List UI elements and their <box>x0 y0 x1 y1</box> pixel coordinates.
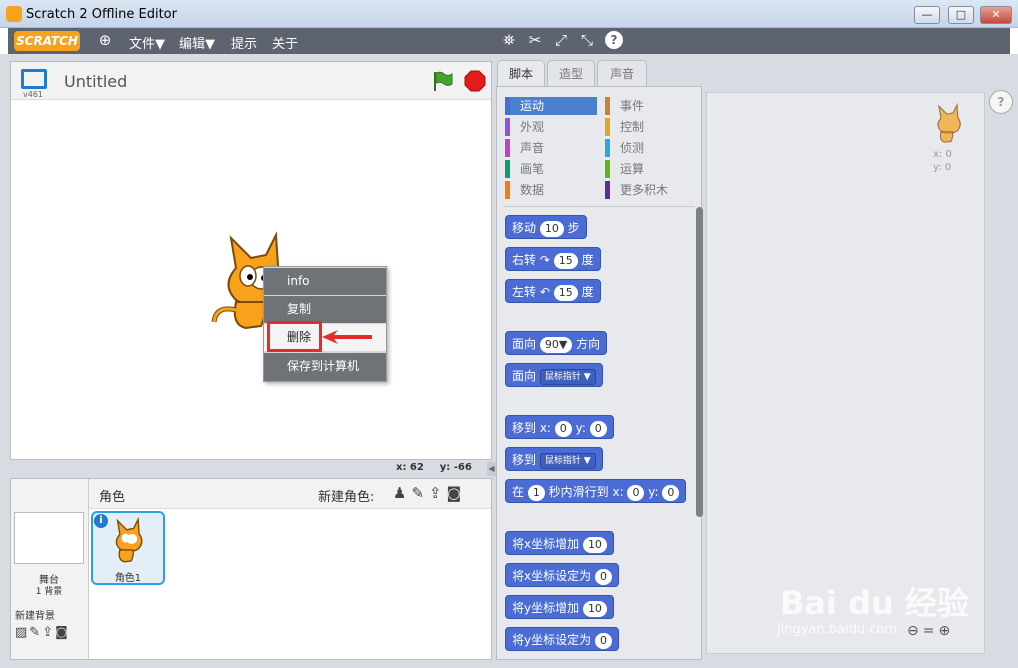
block-change-x[interactable]: 将x坐标增加 10 <box>505 531 614 555</box>
menu-edit[interactable]: 编辑▼ <box>179 33 215 52</box>
backdrop-count: 1 背景 <box>35 587 63 597</box>
version-label: v461 <box>23 90 44 99</box>
block-move-steps[interactable]: 移动 10 步 <box>505 215 587 239</box>
new-backdrop-label: 新建背景 <box>15 611 55 622</box>
collapse-stage-handle[interactable]: ◀ <box>487 462 496 476</box>
new-backdrop-tools: ▨✎⇪◙ <box>15 625 70 640</box>
block-palette: 运动 外观 声音 画笔 数据 事件 控制 侦测 运算 更多积木 移动 10 步 … <box>496 86 703 660</box>
red-arrow-annotation <box>322 330 372 344</box>
fullscreen-icon[interactable] <box>21 69 47 89</box>
stop-sign-icon[interactable] <box>464 70 486 92</box>
help-icon[interactable]: ? <box>605 31 623 49</box>
cat-thumbnail-icon <box>115 517 143 563</box>
menu-tips[interactable]: 提示 <box>231 33 257 52</box>
block-goto[interactable]: 移到 鼠标指针 ▼ <box>505 447 603 471</box>
upload-sprite-icon[interactable]: ⇪ <box>429 484 447 502</box>
minimize-button[interactable]: — <box>914 6 940 24</box>
new-sprite-tools: ♟✎⇪◙ <box>393 484 466 502</box>
shrink-icon[interactable]: ⤡ <box>578 31 596 49</box>
category-events[interactable]: 事件 <box>605 97 697 115</box>
menu-about[interactable]: 关于 <box>272 33 298 52</box>
category-operators[interactable]: 运算 <box>605 160 697 178</box>
sprite-x-readout: x: 0 <box>933 149 952 160</box>
project-title[interactable]: Untitled <box>64 72 127 91</box>
category-control[interactable]: 控制 <box>605 118 697 136</box>
sprites-panel: 舞台 1 背景 新建背景 ▨✎⇪◙ 角色 新建角色: ♟✎⇪◙ i 角色1 <box>10 478 492 660</box>
stage-header: v461 Untitled <box>11 62 491 100</box>
new-sprite-label: 新建角色: <box>318 490 375 505</box>
green-flag-icon[interactable] <box>431 70 453 92</box>
menu-file[interactable]: 文件▼ <box>129 33 165 52</box>
scripts-area[interactable]: x: 0 y: 0 ⊖=⊕ <box>706 92 985 654</box>
turn-left-icon: ↶ <box>539 285 550 299</box>
cut-scissors-icon[interactable]: ✂ <box>526 31 544 49</box>
watermark-logo: Bai du 经验 <box>780 584 969 622</box>
category-looks[interactable]: 外观 <box>505 118 597 136</box>
sprite-library-icon[interactable]: ♟ <box>393 484 411 502</box>
category-pen[interactable]: 画笔 <box>505 160 597 178</box>
upload-icon[interactable]: ⇪ <box>42 625 55 640</box>
zoom-out-icon[interactable]: ⊖ <box>907 623 923 639</box>
maximize-button[interactable]: □ <box>948 6 974 24</box>
zoom-controls: ⊖=⊕ <box>907 623 954 639</box>
category-list-left: 运动 外观 声音 画笔 数据 <box>505 97 597 199</box>
sprites-title: 角色 <box>99 490 126 505</box>
camera-sprite-icon[interactable]: ◙ <box>447 484 467 502</box>
window-title: Scratch 2 Offline Editor <box>26 7 177 22</box>
block-point-towards[interactable]: 面向 鼠标指针 ▼ <box>505 363 603 387</box>
window-titlebar: Scratch 2 Offline Editor — □ ✕ <box>0 0 1018 28</box>
palette-scrollbar[interactable] <box>696 207 703 517</box>
app-icon <box>6 6 22 22</box>
tab-scripts[interactable]: 脚本 <box>497 60 545 88</box>
block-set-x[interactable]: 将x坐标设定为 0 <box>505 563 619 587</box>
tab-costumes[interactable]: 造型 <box>547 60 595 88</box>
sprite-thumbnail[interactable]: i 角色1 <box>91 511 165 585</box>
category-sound[interactable]: 声音 <box>505 139 597 157</box>
scratch-logo[interactable]: SCRATCH <box>14 31 80 51</box>
block-point-in-direction[interactable]: 面向 90▼ 方向 <box>505 331 608 355</box>
sprite-name: 角色1 <box>114 573 142 584</box>
pencil-icon[interactable]: ✎ <box>29 625 42 640</box>
zoom-in-icon[interactable]: ⊕ <box>938 623 954 639</box>
palette-divider <box>503 206 695 207</box>
paint-backdrop-icon[interactable]: ▨ <box>15 625 29 640</box>
block-glide[interactable]: 在 1 秒内滑行到 x: 0 y: 0 <box>505 479 687 503</box>
category-sensing[interactable]: 侦测 <box>605 139 697 157</box>
block-change-y[interactable]: 将y坐标增加 10 <box>505 595 614 619</box>
sprite-y-readout: y: 0 <box>933 162 952 173</box>
ctx-info[interactable]: info <box>264 268 386 295</box>
ctx-duplicate[interactable]: 复制 <box>264 296 386 323</box>
menu-bar: SCRATCH ⊕ 文件▼ 编辑▼ 提示 关于 ⛯ ✂ ⤢ ⤡ ? <box>8 28 1010 54</box>
category-more-blocks[interactable]: 更多积木 <box>605 181 697 199</box>
help-panel-icon[interactable]: ? <box>989 90 1013 114</box>
current-sprite-icon <box>937 103 961 143</box>
category-list-right: 事件 控制 侦测 运算 更多积木 <box>605 97 697 199</box>
globe-icon[interactable]: ⊕ <box>96 31 114 49</box>
block-turn-right[interactable]: 右转 ↷ 15 度 <box>505 247 601 271</box>
mouse-coordinates: x: 62 y: -66 <box>396 462 472 473</box>
highlight-box <box>267 321 322 352</box>
tab-sounds[interactable]: 声音 <box>597 60 647 88</box>
category-data[interactable]: 数据 <box>505 181 597 199</box>
close-button[interactable]: ✕ <box>980 6 1012 24</box>
sprites-header: 角色 新建角色: ♟✎⇪◙ <box>89 479 491 509</box>
camera-icon[interactable]: ◙ <box>55 625 70 640</box>
block-goto-xy[interactable]: 移到 x: 0 y: 0 <box>505 415 614 439</box>
block-turn-left[interactable]: 左转 ↶ 15 度 <box>505 279 601 303</box>
ctx-save-to-computer[interactable]: 保存到计算机 <box>264 353 386 381</box>
stage-column: 舞台 1 背景 新建背景 ▨✎⇪◙ <box>11 479 89 659</box>
category-motion[interactable]: 运动 <box>505 97 597 115</box>
duplicate-stamp-icon[interactable]: ⛯ <box>500 31 518 49</box>
zoom-reset-icon[interactable]: = <box>923 623 939 639</box>
turn-right-icon: ↷ <box>539 253 550 267</box>
stage-thumbnail[interactable] <box>14 512 84 564</box>
paint-sprite-icon[interactable]: ✎ <box>411 484 429 502</box>
watermark-url: jingyan.baidu.com <box>777 622 897 637</box>
grow-icon[interactable]: ⤢ <box>552 31 570 49</box>
block-set-y[interactable]: 将y坐标设定为 0 <box>505 627 619 651</box>
stage-panel: v461 Untitled <box>10 61 492 460</box>
